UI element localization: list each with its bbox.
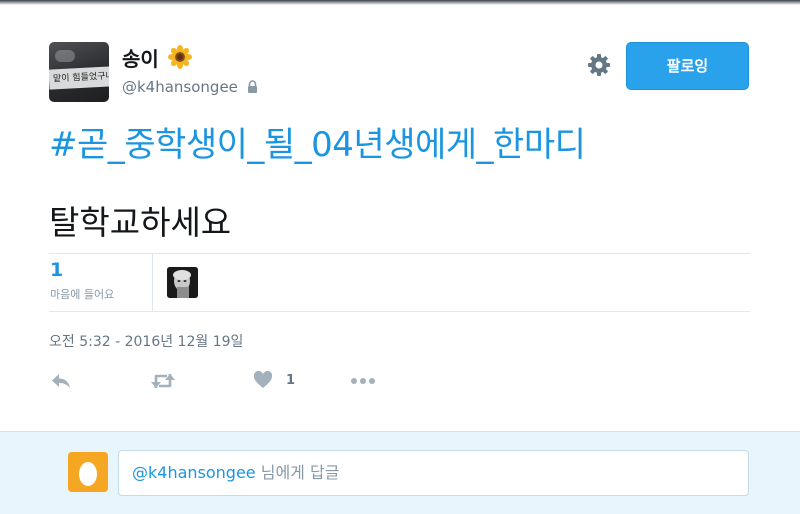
avatar[interactable]: 맡이 힘들었구나: [49, 42, 109, 102]
tweet-text: 탈학교하세요: [49, 203, 232, 242]
stats-top-divider: [49, 253, 750, 254]
lock-icon: [247, 80, 257, 93]
egg-avatar-icon: [68, 452, 108, 492]
avatar-highlight: [55, 50, 75, 62]
likes-count[interactable]: 1: [50, 259, 63, 281]
likes-label[interactable]: 마음에 들어요: [50, 286, 114, 302]
avatar-sign-text: 맡이 힘들었구나: [49, 66, 109, 90]
following-button[interactable]: 팔로잉: [626, 42, 749, 90]
reply-mention: @k4hansongee: [132, 463, 256, 482]
stats-bottom-divider: [49, 311, 750, 312]
liker-avatar-image: [167, 267, 198, 298]
hashtag-link[interactable]: #곧_중학생이_될_04년생에게_한마디: [49, 117, 586, 166]
tweet-timestamp[interactable]: 오전 5:32 - 2016년 12월 19일: [49, 331, 243, 351]
reply-input[interactable]: @k4hansongee 님에게 답글: [118, 450, 749, 496]
reply-icon[interactable]: [50, 371, 72, 391]
user-handle-text: @k4hansongee: [122, 78, 238, 96]
display-name-text: 송이: [122, 47, 159, 71]
reply-placeholder: 님에게 답글: [255, 463, 340, 482]
window-top-edge: [0, 0, 800, 5]
stats-vertical-divider: [152, 254, 153, 311]
sunflower-icon: [167, 45, 192, 69]
gear-icon[interactable]: [587, 53, 611, 77]
display-name[interactable]: 송이: [122, 43, 192, 72]
like-action-count: 1: [286, 373, 296, 388]
reply-avatar: [68, 452, 108, 492]
user-handle[interactable]: @k4hansongee: [122, 78, 258, 96]
more-icon[interactable]: [350, 377, 376, 385]
heart-icon[interactable]: [253, 371, 273, 389]
liker-avatar[interactable]: [167, 267, 198, 298]
retweet-icon[interactable]: [150, 371, 176, 391]
